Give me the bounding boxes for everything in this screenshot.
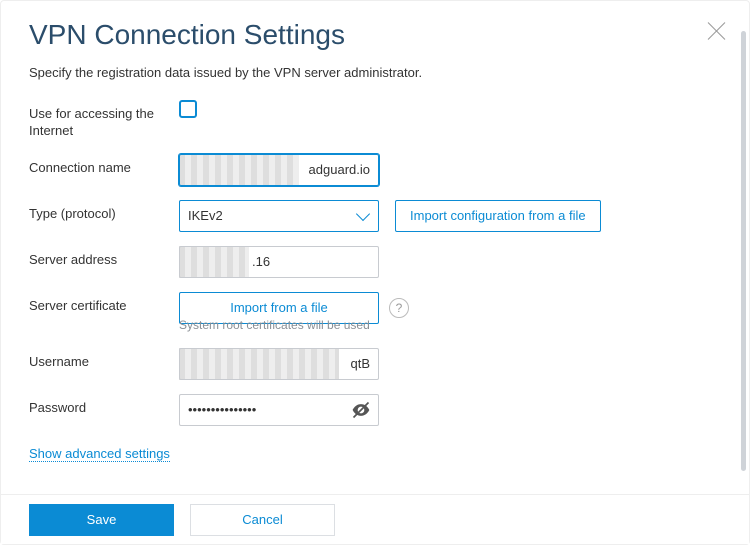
password-input[interactable] [179,394,379,426]
eye-off-icon[interactable] [351,400,371,420]
username-label: Username [29,348,179,371]
server-address-input[interactable] [179,246,379,278]
password-label: Password [29,394,179,417]
page-subtitle: Specify the registration data issued by … [29,65,721,80]
type-select[interactable]: IKEv2 [179,200,379,232]
vpn-settings-dialog: VPN Connection Settings Specify the regi… [0,0,750,545]
server-cert-label: Server certificate [29,292,179,315]
scrollbar[interactable] [741,31,746,471]
server-address-label: Server address [29,246,179,269]
cert-hint: System root certificates will be used [179,318,721,332]
chevron-down-icon [356,207,370,221]
help-icon[interactable]: ? [389,298,409,318]
username-input[interactable] [179,348,379,380]
connection-name-input[interactable] [179,154,379,186]
import-config-button[interactable]: Import configuration from a file [395,200,601,232]
save-button[interactable]: Save [29,504,174,536]
cancel-button[interactable]: Cancel [190,504,335,536]
close-icon[interactable] [705,19,729,43]
show-advanced-link[interactable]: Show advanced settings [29,446,170,462]
use-internet-label: Use for accessing the Internet [29,100,179,140]
dialog-footer: Save Cancel [1,494,749,544]
type-value: IKEv2 [188,208,223,223]
connection-name-label: Connection name [29,154,179,177]
page-title: VPN Connection Settings [29,19,721,51]
type-label: Type (protocol) [29,200,179,223]
use-internet-checkbox[interactable] [179,100,197,118]
